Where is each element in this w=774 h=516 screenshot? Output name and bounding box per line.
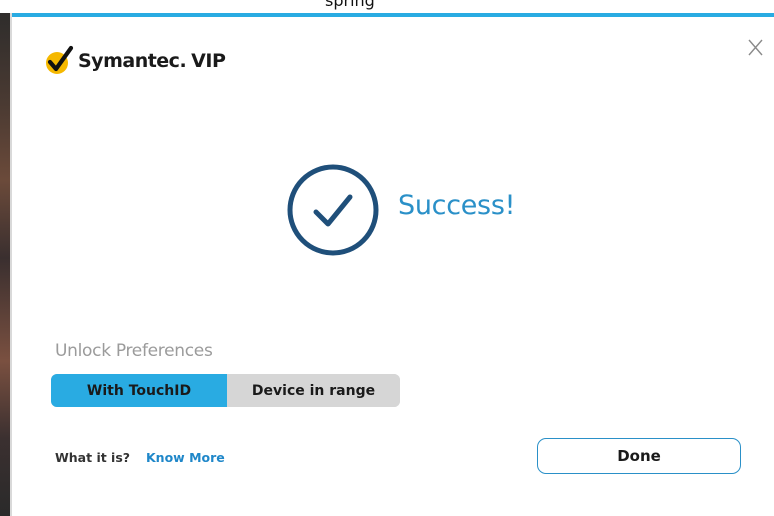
symantec-vip-logo: Symantec. VIP xyxy=(42,44,226,78)
unlock-preferences-toggle: With TouchID Device in range xyxy=(51,374,400,407)
option-with-touchid[interactable]: With TouchID xyxy=(51,374,227,407)
brand-product: VIP xyxy=(191,50,226,72)
option-device-in-range[interactable]: Device in range xyxy=(227,374,400,407)
brand-name: Symantec. VIP xyxy=(78,50,226,72)
vip-dialog-window: spring Symantec. VIP Success! Unlock Pref… xyxy=(0,0,774,516)
know-more-link[interactable]: Know More xyxy=(146,450,225,465)
brand-name-symantec: Symantec. xyxy=(78,50,187,72)
top-partial-text: spring xyxy=(325,0,375,10)
done-button[interactable]: Done xyxy=(537,438,741,474)
what-it-is-label: What it is? xyxy=(55,450,131,465)
top-text-strip: spring xyxy=(0,0,774,13)
success-message: Success! xyxy=(398,190,516,221)
success-checkmark-icon xyxy=(286,163,380,257)
close-button[interactable] xyxy=(744,36,768,60)
unlock-preferences-label: Unlock Preferences xyxy=(55,341,213,361)
accent-top-bar xyxy=(12,13,774,17)
close-icon xyxy=(748,39,763,56)
window-left-border xyxy=(10,0,12,516)
symantec-checkmark-icon xyxy=(42,44,76,78)
